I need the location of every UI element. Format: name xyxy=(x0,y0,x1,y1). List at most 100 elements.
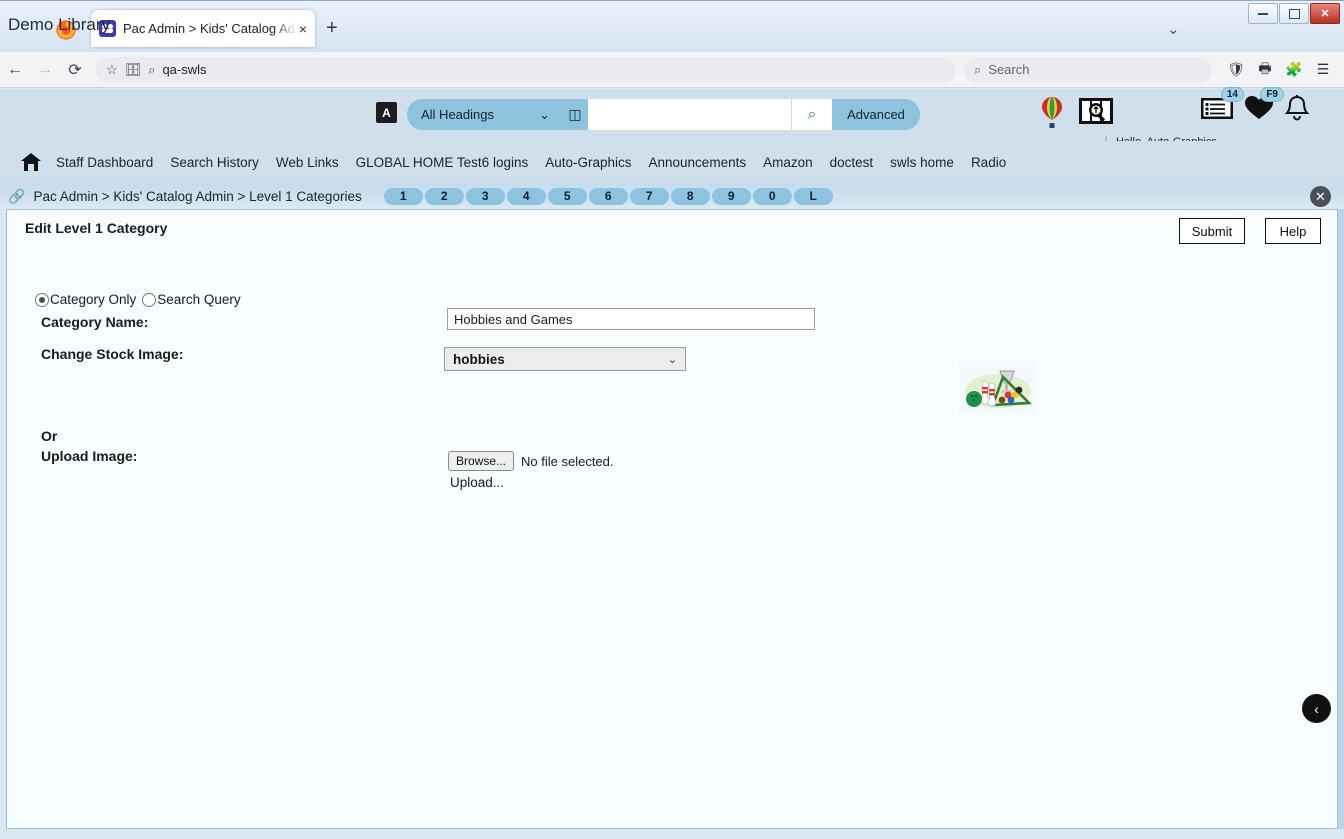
index-pill-L[interactable]: L xyxy=(793,187,833,205)
stock-image-value: hobbies xyxy=(453,351,505,367)
tab-title: Pac Admin > Kids' Catalog Adm xyxy=(123,21,297,36)
back-arrow-icon[interactable]: ← xyxy=(0,61,30,79)
no-file-selected-text: No file selected. xyxy=(521,453,614,469)
nav-link-amazon[interactable]: Amazon xyxy=(763,155,813,170)
header-tool-icons xyxy=(1040,96,1114,130)
submit-button[interactable]: Submit xyxy=(1179,218,1245,244)
search-submit-icon[interactable]: ⌕ xyxy=(791,99,832,130)
maximize-button[interactable] xyxy=(1279,3,1309,24)
close-panel-icon[interactable]: ✕ xyxy=(1310,186,1331,207)
index-pill-9[interactable]: 9 xyxy=(711,187,751,205)
file-picker-row: Browse... No file selected. xyxy=(448,451,614,471)
category-mode-radio-group: Category Only Search Query xyxy=(35,292,247,307)
header-account-icons: 14 F9 xyxy=(1200,87,1310,126)
nav-link-doctest[interactable]: doctest xyxy=(830,155,874,170)
search-icon: ⌕ xyxy=(974,61,982,77)
breadcrumb: Pac Admin > Kids' Catalog Admin > Level … xyxy=(33,188,362,204)
app-menu-icon[interactable]: ☰ xyxy=(1310,61,1336,78)
nav-link-web-links[interactable]: Web Links xyxy=(276,155,339,170)
upload-link[interactable]: Upload... xyxy=(450,475,504,490)
alpha-index-pills: 1234567890L xyxy=(383,187,833,205)
nav-link-staff-dashboard[interactable]: Staff Dashboard xyxy=(56,155,153,170)
notifications-bell-icon[interactable] xyxy=(1284,95,1310,123)
bookmark-star-icon[interactable]: ☆ xyxy=(106,62,118,78)
catalog-search-input[interactable] xyxy=(588,99,791,130)
extensions-icon[interactable]: 🧩 xyxy=(1281,61,1307,78)
my-list-count-badge: 14 xyxy=(1220,87,1244,102)
chevron-down-icon: ⌄ xyxy=(667,353,677,366)
window-title-bar: Pac Admin > Kids' Catalog Adm × + ⌄ ✕ xyxy=(0,0,1344,52)
index-pill-2[interactable]: 2 xyxy=(424,187,464,205)
right-rail xyxy=(1338,209,1344,829)
save-to-pocket-icon[interactable]: 🗄 xyxy=(125,62,142,78)
index-pill-6[interactable]: 6 xyxy=(588,187,628,205)
browser-tab[interactable]: Pac Admin > Kids' Catalog Adm × xyxy=(91,10,315,47)
new-tab-button[interactable]: + xyxy=(326,18,338,38)
advanced-search-button[interactable]: Advanced xyxy=(832,99,920,130)
nav-link-announcements[interactable]: Announcements xyxy=(649,155,747,170)
radio-search-query[interactable] xyxy=(142,292,157,307)
back-button[interactable]: ‹ xyxy=(1302,694,1331,723)
secondary-nav: Staff Dashboard Search History Web Links GL… xyxy=(0,141,1344,183)
database-icon[interactable]: ◫ xyxy=(562,106,588,123)
help-button[interactable]: Help xyxy=(1265,218,1321,244)
index-pill-3[interactable]: 3 xyxy=(465,187,505,205)
browser-search-box[interactable]: ⌕ Search xyxy=(964,56,1212,83)
upload-image-label: Upload Image: xyxy=(41,448,138,464)
browser-toolbar: ← → ⟳ ☆ 🗄 ⌕ qa-swls ⌕ Search 🛡 🖶 🧩 ☰ xyxy=(0,52,1344,88)
nav-link-auto-graphics[interactable]: Auto-Graphics xyxy=(545,155,631,170)
or-label: Or xyxy=(41,428,58,444)
change-stock-image-label: Change Stock Image: xyxy=(41,346,184,362)
window-controls: ✕ xyxy=(1248,3,1340,24)
index-pill-5[interactable]: 5 xyxy=(547,187,587,205)
stock-image-preview xyxy=(959,361,1037,414)
close-window-button[interactable]: ✕ xyxy=(1310,3,1340,24)
nav-link-swls-home[interactable]: swls home xyxy=(890,155,954,170)
minimize-button[interactable] xyxy=(1248,3,1278,24)
forward-arrow-icon: → xyxy=(37,60,53,78)
search-scope-select[interactable]: All Headings ⌄ xyxy=(407,99,562,130)
index-pill-1[interactable]: 1 xyxy=(383,187,423,205)
nav-link-radio[interactable]: Radio xyxy=(971,155,1006,170)
radio-label: Search Query xyxy=(157,292,241,307)
reload-icon[interactable]: ⟳ xyxy=(60,60,90,80)
radio-label: Category Only xyxy=(50,292,137,307)
page-content: Edit Level 1 Category Submit Help Catego… xyxy=(6,209,1338,829)
address-bar-value: qa-swls xyxy=(162,62,207,77)
index-pill-7[interactable]: 7 xyxy=(629,187,669,205)
category-name-label: Category Name: xyxy=(41,314,149,330)
browser-search-placeholder: Search xyxy=(988,62,1030,77)
nav-link-global-home-test6-logins[interactable]: GLOBAL HOME Test6 logins xyxy=(356,155,529,170)
print-icon[interactable]: 🖶 xyxy=(1252,58,1278,82)
research-books-magnifier-icon[interactable] xyxy=(1078,96,1114,126)
nav-links: Staff Dashboard Search History Web Links GL… xyxy=(56,155,1006,170)
home-icon[interactable] xyxy=(20,152,42,172)
index-pill-8[interactable]: 8 xyxy=(670,187,710,205)
browse-button[interactable]: Browse... xyxy=(448,451,515,471)
tab-close-icon[interactable]: × xyxy=(299,21,307,37)
library-name: Demo Library xyxy=(8,15,111,34)
index-pill-4[interactable]: 4 xyxy=(506,187,546,205)
page-title: Edit Level 1 Category xyxy=(25,220,168,236)
list-all-tabs-icon[interactable]: ⌄ xyxy=(1167,20,1180,38)
stock-image-select[interactable]: hobbies ⌄ xyxy=(444,347,686,371)
category-name-input[interactable] xyxy=(447,308,815,330)
radio-category-only[interactable] xyxy=(35,292,49,307)
index-pill-0[interactable]: 0 xyxy=(752,187,792,205)
breadcrumb-bar: 🔗 Pac Admin > Kids' Catalog Admin > Leve… xyxy=(0,183,1344,209)
favorites-badge: F9 xyxy=(1260,87,1284,102)
hot-air-balloon-icon[interactable] xyxy=(1040,96,1064,130)
search-scope-value: All Headings xyxy=(421,107,494,122)
favorites-wrapper: F9 xyxy=(1244,87,1284,126)
chain-link-icon: 🔗 xyxy=(8,187,26,204)
toolbar-right-icons: 🛡 🖶 🧩 ☰ xyxy=(1223,58,1344,82)
my-list-wrapper: 14 xyxy=(1200,87,1244,126)
chevron-down-icon: ⌄ xyxy=(539,106,550,122)
catalog-search-group: All Headings ⌄ ◫ ⌕ Advanced xyxy=(407,99,920,130)
browser-window: Pac Admin > Kids' Catalog Adm × + ⌄ ✕ ← … xyxy=(0,0,1344,839)
language-toggle-icon[interactable]: A xyxy=(376,102,397,123)
shield-icon[interactable]: 🛡 xyxy=(1223,61,1249,78)
nav-link-search-history[interactable]: Search History xyxy=(170,155,259,170)
address-bar[interactable]: ☆ 🗄 ⌕ qa-swls xyxy=(96,56,956,83)
address-search-icon: ⌕ xyxy=(148,61,156,77)
